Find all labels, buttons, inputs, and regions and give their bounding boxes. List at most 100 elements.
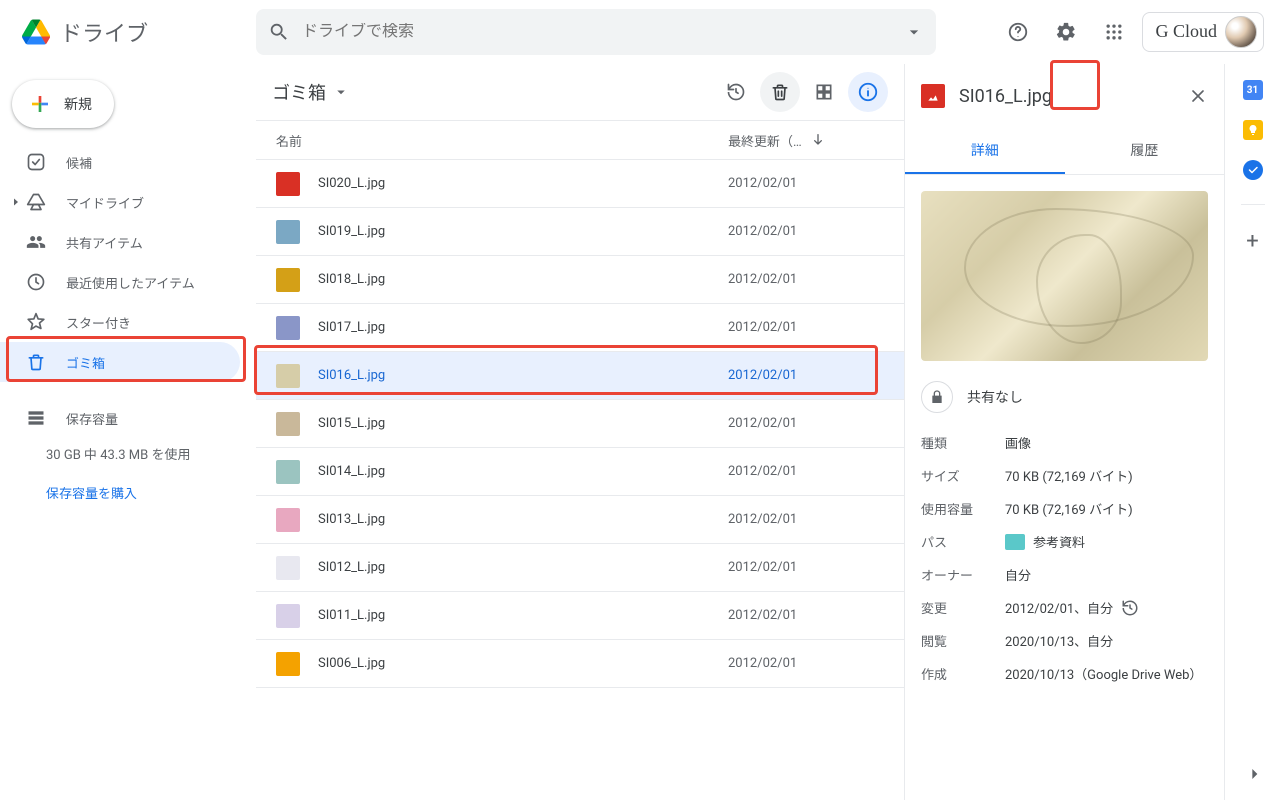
priority-icon	[24, 152, 48, 172]
keep-icon[interactable]	[1243, 120, 1263, 140]
calendar-icon[interactable]: 31	[1243, 80, 1263, 100]
search-options-caret-icon[interactable]	[904, 22, 924, 42]
drive-logo-icon	[16, 12, 56, 52]
sidebar-item-mydrive[interactable]: マイドライブ	[0, 182, 240, 222]
settings-gear-icon[interactable]	[1046, 12, 1086, 52]
file-row[interactable]: SI018_L.jpg 2012/02/01	[256, 256, 904, 304]
shared-icon	[24, 232, 48, 252]
mydrive-icon	[24, 192, 48, 212]
file-row[interactable]: SI019_L.jpg 2012/02/01	[256, 208, 904, 256]
brand[interactable]: ドライブ	[16, 12, 256, 52]
file-name: SI016_L.jpg	[318, 368, 728, 383]
columns-header: 名前 最終更新（…	[256, 120, 904, 160]
breadcrumb[interactable]: ゴミ箱	[272, 79, 350, 105]
file-name: SI018_L.jpg	[318, 272, 728, 287]
grid-view-icon[interactable]	[804, 72, 844, 112]
tab-details[interactable]: 詳細	[905, 128, 1065, 174]
search-input[interactable]	[302, 23, 904, 41]
file-thumb	[276, 316, 300, 340]
lock-icon	[921, 381, 953, 413]
image-file-icon	[921, 84, 945, 108]
chevron-down-icon	[332, 83, 350, 101]
sidebar-item-starred[interactable]: スター付き	[0, 302, 240, 342]
header-right: G Cloud	[998, 12, 1264, 52]
file-thumb	[276, 556, 300, 580]
file-thumb	[276, 220, 300, 244]
file-row[interactable]: SI013_L.jpg 2012/02/01	[256, 496, 904, 544]
sidebar-item-shared[interactable]: 共有アイテム	[0, 222, 240, 262]
metadata-grid: 種類画像 サイズ70 KB (72,169 バイト) 使用容量70 KB (72…	[921, 433, 1208, 683]
history-icon[interactable]	[1121, 599, 1139, 617]
avatar	[1225, 16, 1257, 48]
file-date: 2012/02/01	[728, 224, 888, 239]
sort-arrow-down-icon	[810, 132, 826, 148]
account-chip[interactable]: G Cloud	[1142, 12, 1264, 52]
file-date: 2012/02/01	[728, 512, 888, 527]
storage-usage-text: 30 GB 中 43.3 MB を使用	[46, 444, 256, 463]
folder-icon	[1005, 534, 1025, 550]
file-area: ゴミ箱 名前 最終更新（… SI020_L.jpg 2012/02/0	[256, 64, 904, 800]
file-row[interactable]: SI020_L.jpg 2012/02/01	[256, 160, 904, 208]
file-row[interactable]: SI006_L.jpg 2012/02/01	[256, 640, 904, 688]
help-icon[interactable]	[998, 12, 1038, 52]
col-name[interactable]: 名前	[276, 131, 728, 150]
collapse-rail-icon[interactable]	[1244, 764, 1264, 784]
file-name: SI019_L.jpg	[318, 224, 728, 239]
file-date: 2012/02/01	[728, 320, 888, 335]
apps-grid-icon[interactable]	[1094, 12, 1134, 52]
add-addon-icon[interactable]: +	[1246, 229, 1258, 254]
file-row[interactable]: SI011_L.jpg 2012/02/01	[256, 592, 904, 640]
sidebar-item-storage[interactable]: 保存容量	[0, 398, 240, 438]
file-row[interactable]: SI015_L.jpg 2012/02/01	[256, 400, 904, 448]
header: ドライブ G Cloud	[0, 0, 1280, 64]
toolbar: ゴミ箱	[256, 64, 904, 120]
sidebar: 新規 候補 マイドライブ 共有アイテム 最近使用したアイテム スター付き ゴミ箱	[0, 64, 256, 800]
sidebar-item-trash[interactable]: ゴミ箱	[0, 342, 240, 382]
details-tabs: 詳細 履歴	[905, 128, 1224, 175]
file-date: 2012/02/01	[728, 272, 888, 287]
breadcrumb-title: ゴミ箱	[272, 79, 326, 105]
file-date: 2012/02/01	[728, 656, 888, 671]
file-name: SI006_L.jpg	[318, 656, 728, 671]
file-date: 2012/02/01	[728, 416, 888, 431]
chevron-right-icon	[8, 196, 24, 208]
file-thumb	[276, 268, 300, 292]
file-date: 2012/02/01	[728, 176, 888, 191]
file-name: SI017_L.jpg	[318, 320, 728, 335]
file-date: 2012/02/01	[728, 464, 888, 479]
delete-forever-button[interactable]	[760, 72, 800, 112]
close-icon[interactable]	[1188, 86, 1208, 106]
recent-icon	[24, 272, 48, 292]
sidebar-item-priority[interactable]: 候補	[0, 142, 240, 182]
tasks-icon[interactable]	[1243, 160, 1263, 180]
file-thumb	[276, 412, 300, 436]
right-rail: 31 +	[1224, 64, 1280, 800]
trash-icon	[24, 352, 48, 372]
brand-title: ドライブ	[60, 16, 148, 48]
file-thumb	[276, 604, 300, 628]
sidebar-item-recent[interactable]: 最近使用したアイテム	[0, 262, 240, 302]
file-thumb	[276, 172, 300, 196]
file-name: SI012_L.jpg	[318, 560, 728, 575]
file-row[interactable]: SI012_L.jpg 2012/02/01	[256, 544, 904, 592]
new-button[interactable]: 新規	[12, 80, 114, 128]
storage-icon	[24, 408, 48, 428]
col-date[interactable]: 最終更新（…	[728, 131, 888, 150]
new-label: 新規	[64, 94, 92, 114]
info-button[interactable]	[848, 72, 888, 112]
file-name: SI013_L.jpg	[318, 512, 728, 527]
tab-activity[interactable]: 履歴	[1065, 128, 1225, 174]
file-date: 2012/02/01	[728, 368, 888, 383]
details-pane: SI016_L.jpg 詳細 履歴 共有なし 種類画像 サイズ70 KB (72…	[904, 64, 1224, 800]
search-box[interactable]	[256, 9, 936, 55]
file-thumb	[276, 652, 300, 676]
file-name: SI020_L.jpg	[318, 176, 728, 191]
buy-storage-link[interactable]: 保存容量を購入	[46, 483, 256, 502]
file-name: SI014_L.jpg	[318, 464, 728, 479]
file-row[interactable]: SI017_L.jpg 2012/02/01	[256, 304, 904, 352]
file-thumb	[276, 364, 300, 388]
preview-image	[921, 191, 1208, 361]
file-row[interactable]: SI016_L.jpg 2012/02/01	[256, 352, 904, 400]
restore-history-icon[interactable]	[716, 72, 756, 112]
file-row[interactable]: SI014_L.jpg 2012/02/01	[256, 448, 904, 496]
